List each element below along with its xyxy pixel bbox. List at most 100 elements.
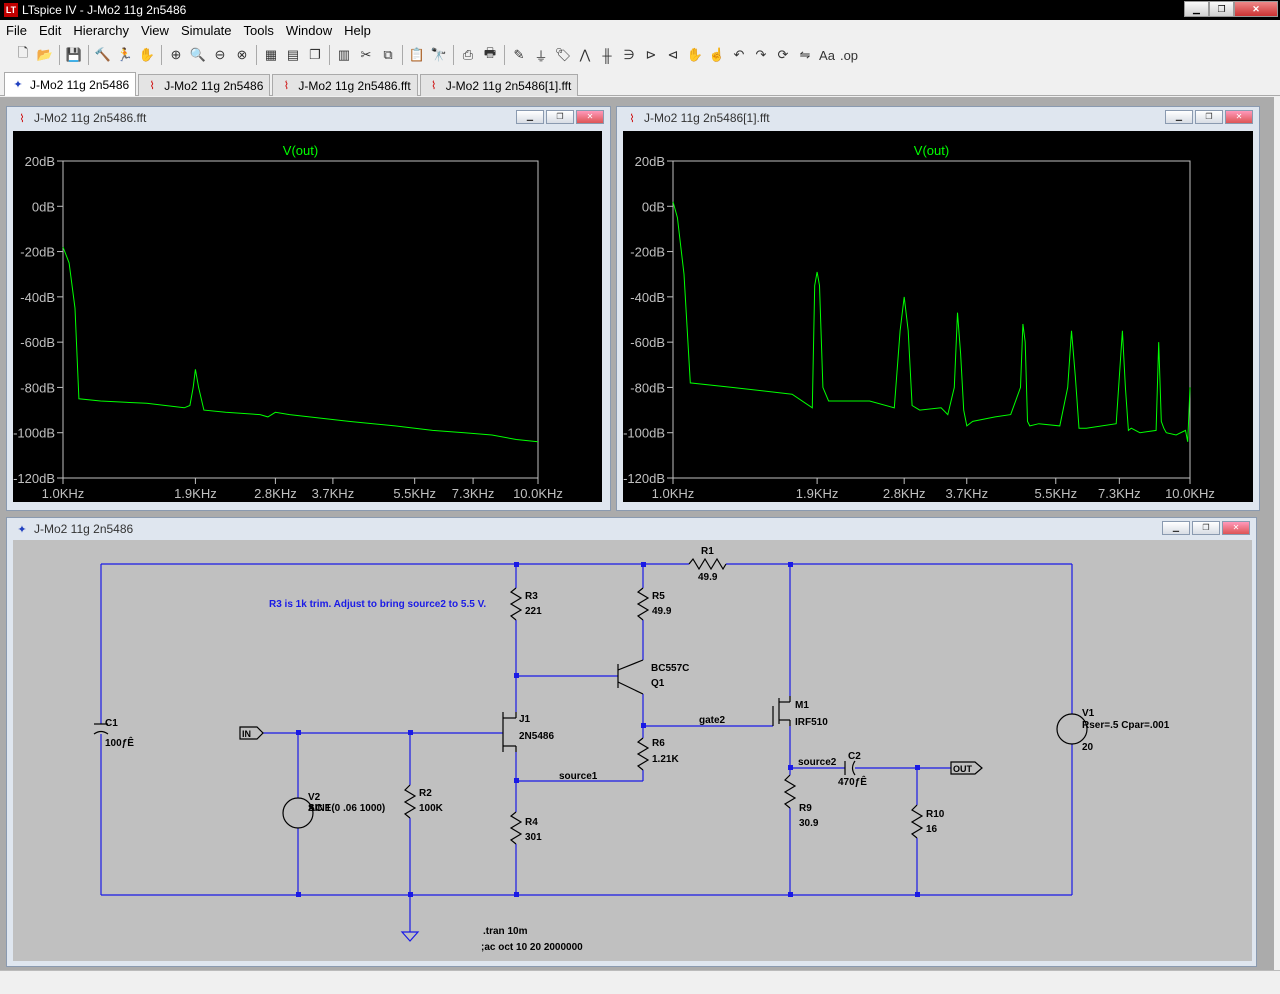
print-icon[interactable]: 🖶 (479, 44, 501, 66)
close-button[interactable]: ✕ (1234, 1, 1278, 17)
fft-window-right-title: J-Mo2 11g 2n5486[1].fft (644, 111, 770, 125)
cascade-icon[interactable]: ❐ (304, 44, 326, 66)
status-bar (0, 970, 1280, 994)
m1-value: IRF510 (795, 717, 828, 728)
plot-icon: ⌇ (19, 112, 25, 125)
autorange-icon[interactable]: ▦ (260, 44, 282, 66)
fft-plot-left[interactable]: V(out) 20dB 0dB -20dB -40dB -60dB -80dB -100dB -… (13, 131, 602, 502)
schematic-canvas[interactable]: R1 49.9 R3 221 R5 49.9 BC557C Q1 J1 2N54… (13, 540, 1252, 961)
r1-name: R1 (701, 546, 714, 557)
fft-right-minimize-button[interactable]: ▁ (1165, 110, 1193, 124)
run-icon[interactable]: 🏃 (114, 44, 136, 66)
halt-icon[interactable]: ✋ (136, 44, 158, 66)
tab-label: J-Mo2 11g 2n5486.fft (298, 78, 411, 93)
schematic-close-button[interactable]: ✕ (1222, 521, 1250, 535)
text-icon[interactable]: Aa (816, 44, 838, 66)
cut-icon[interactable]: ✂ (355, 44, 377, 66)
undo-icon[interactable]: ↶ (728, 44, 750, 66)
fft-right-frame (672, 160, 1191, 479)
zoom-fit-icon[interactable]: ⊗ (231, 44, 253, 66)
menu-help[interactable]: Help (338, 23, 377, 38)
zoom-pan-icon[interactable]: 🔍 (187, 44, 209, 66)
schematic-window: ✦ J-Mo2 11g 2n5486 ▁ ❐ ✕ R1 49.9 R3 221 … (6, 517, 1257, 967)
fft-right-xtick-label: 1.0KHz (652, 486, 695, 501)
c2-name: C2 (848, 751, 861, 762)
component-icon[interactable]: ⊲ (662, 44, 684, 66)
ground-icon[interactable]: ⏚ (530, 44, 552, 66)
zoom-in-icon[interactable]: ⊕ (165, 44, 187, 66)
inductor-icon[interactable]: ∋ (618, 44, 640, 66)
fft-left-xtick-label: 5.5KHz (393, 486, 436, 501)
schematic-labels: R1 49.9 R3 221 R5 49.9 BC557C Q1 J1 2N54… (105, 546, 1170, 953)
open-icon[interactable]: 📂 (34, 44, 56, 66)
wire-icon[interactable]: ✎ (508, 44, 530, 66)
label-icon[interactable]: 🏷 (552, 44, 574, 66)
move-icon[interactable]: ✋ (684, 44, 706, 66)
fft-right-xtick-label: 10.0KHz (1165, 486, 1215, 501)
schematic-svg: R1 49.9 R3 221 R5 49.9 BC557C Q1 J1 2N54… (93, 546, 1170, 953)
find-icon[interactable]: 🔭 (428, 44, 450, 66)
fft-left-close-button[interactable]: ✕ (576, 110, 604, 124)
fft-left-maximize-button[interactable]: ❐ (546, 110, 574, 124)
resistor-icon[interactable]: ⋀ (574, 44, 596, 66)
menu-file[interactable]: File (0, 23, 33, 38)
capacitor-icon[interactable]: ╫ (596, 44, 618, 66)
r4-name: R4 (525, 817, 538, 828)
tab-4[interactable]: ⌇ J-Mo2 11g 2n5486[1].fft (419, 74, 579, 96)
spice-directive-icon[interactable]: .op (838, 44, 860, 66)
plot-icon: ⌇ (431, 80, 437, 92)
resistor-r3-symbol (509, 587, 523, 621)
redo-icon[interactable]: ↷ (750, 44, 772, 66)
schematic-minimize-button[interactable]: ▁ (1162, 521, 1190, 535)
tab-1[interactable]: ✦ J-Mo2 11g 2n5486 (4, 72, 137, 96)
print-setup-icon[interactable]: ⎙ (457, 44, 479, 66)
rotate-icon[interactable]: ⟳ (772, 44, 794, 66)
r10-name: R10 (926, 809, 945, 820)
fft-plot-right[interactable]: V(out) 20dB 0dB -20dB -40dB -60dB -80dB -100dB -… (623, 131, 1253, 502)
source1-net-label: source1 (559, 771, 598, 782)
fft-right-series-line (672, 201, 1191, 442)
diode-icon[interactable]: ⊳ (640, 44, 662, 66)
fft-right-maximize-button[interactable]: ❐ (1195, 110, 1223, 124)
mdi-workspace: ⌇ J-Mo2 11g 2n5486.fft ▁ ❐ ✕ V(out) 20dB 0… (0, 97, 1274, 970)
menu-hierarchy[interactable]: Hierarchy (67, 23, 135, 38)
fft-right-xtick-label: 7.3KHz (1098, 486, 1141, 501)
save-icon[interactable]: 💾 (63, 44, 85, 66)
component-symbols (93, 557, 1088, 942)
toolbar-separator (161, 45, 162, 65)
tile-vertical-icon[interactable]: ▥ (333, 44, 355, 66)
fft-right-close-button[interactable]: ✕ (1225, 110, 1253, 124)
menu-tools[interactable]: Tools (238, 23, 280, 38)
menu-view[interactable]: View (135, 23, 175, 38)
tile-horizontal-icon[interactable]: ▤ (282, 44, 304, 66)
fft-right-ytick-label: 20dB (635, 154, 665, 169)
schematic-icon: ✦ (13, 79, 23, 91)
control-panel-icon[interactable]: 🔨 (92, 44, 114, 66)
maximize-button[interactable]: ❐ (1209, 1, 1234, 17)
paste-icon[interactable]: 📋 (406, 44, 428, 66)
drag-icon[interactable]: ☝ (706, 44, 728, 66)
fft-left-ytick-label: -60dB (20, 335, 55, 350)
new-schematic-icon[interactable]: 🗋 (12, 44, 34, 66)
mirror-icon[interactable]: ⇋ (794, 44, 816, 66)
tab-2[interactable]: ⌇ J-Mo2 11g 2n5486 (138, 74, 271, 96)
menu-window[interactable]: Window (280, 23, 338, 38)
menu-simulate[interactable]: Simulate (175, 23, 238, 38)
fft-plot-left-svg: V(out) 20dB 0dB -20dB -40dB -60dB -80dB -100dB -… (13, 143, 563, 501)
resistor-r4-symbol (509, 811, 523, 845)
fft-right-ytick-label: -80dB (630, 380, 665, 395)
capacitor-c2-symbol (844, 760, 856, 776)
fft-right-xtick-label: 1.9KHz (796, 486, 839, 501)
schematic-maximize-button[interactable]: ❐ (1192, 521, 1220, 535)
toolbar-separator (504, 45, 505, 65)
v1-name: V1 (1082, 708, 1095, 719)
zoom-out-icon[interactable]: ⊖ (209, 44, 231, 66)
copy-icon[interactable]: ⧉ (377, 44, 399, 66)
tab-3[interactable]: ⌇ J-Mo2 11g 2n5486.fft (272, 74, 418, 96)
menu-edit[interactable]: Edit (33, 23, 67, 38)
title-bar: LT LTspice IV - J-Mo2 11g 2n5486 ▁ ❐ ✕ (0, 0, 1280, 20)
bjt-q1-symbol (617, 659, 644, 695)
resistor-r5-symbol (636, 587, 650, 621)
fft-left-minimize-button[interactable]: ▁ (516, 110, 544, 124)
minimize-button[interactable]: ▁ (1184, 1, 1209, 17)
